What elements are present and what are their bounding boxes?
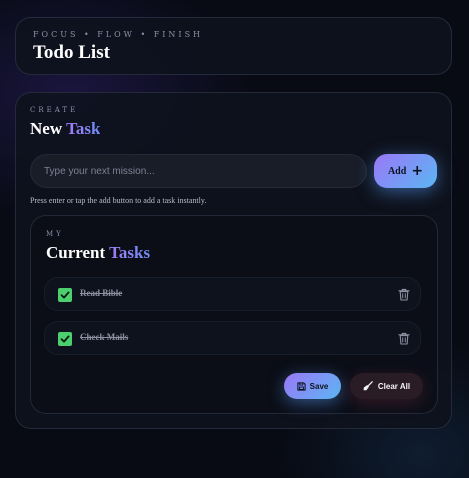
tasks-title: Current Tasks [46, 243, 150, 263]
current-tasks-card: MY Current Tasks Read Bible Check Mails … [30, 215, 438, 414]
create-task-card: CREATE New Task Add + Press enter or tap… [15, 92, 452, 429]
add-button-label: Add [387, 165, 407, 177]
task-label: Check Mails [80, 332, 129, 342]
trash-icon[interactable] [398, 288, 410, 301]
create-title: New Task [30, 119, 100, 139]
page-title: Todo List [33, 42, 110, 63]
tasks-title-plain: Current [46, 243, 106, 262]
save-button-label: Save [309, 381, 329, 391]
add-button[interactable]: Add + [374, 154, 437, 188]
task-row[interactable]: Read Bible [44, 277, 421, 311]
tasks-title-accent: Tasks [109, 243, 151, 262]
create-title-accent: Task [66, 119, 101, 138]
broom-icon [363, 381, 373, 391]
task-checkbox[interactable] [58, 332, 72, 346]
save-button[interactable]: Save [284, 373, 341, 399]
task-label: Read Bible [80, 288, 123, 298]
create-eyebrow: CREATE [30, 106, 79, 114]
helper-text: Press enter or tap the add button to add… [30, 196, 207, 205]
clear-all-button[interactable]: Clear All [350, 373, 423, 399]
floppy-disk-icon [297, 381, 306, 391]
clear-all-label: Clear All [377, 381, 411, 391]
task-checkbox[interactable] [58, 288, 72, 302]
task-input[interactable] [30, 154, 367, 188]
header-card: FOCUS • FLOW • FINISH Todo List [15, 17, 452, 75]
tasks-eyebrow: MY [46, 230, 64, 238]
check-icon [60, 291, 70, 299]
plus-icon: + [411, 163, 424, 179]
create-title-plain: New [30, 119, 63, 138]
header-eyebrow: FOCUS • FLOW • FINISH [33, 30, 204, 39]
task-row[interactable]: Check Mails [44, 321, 421, 355]
trash-icon[interactable] [398, 332, 410, 345]
check-icon [60, 335, 70, 343]
